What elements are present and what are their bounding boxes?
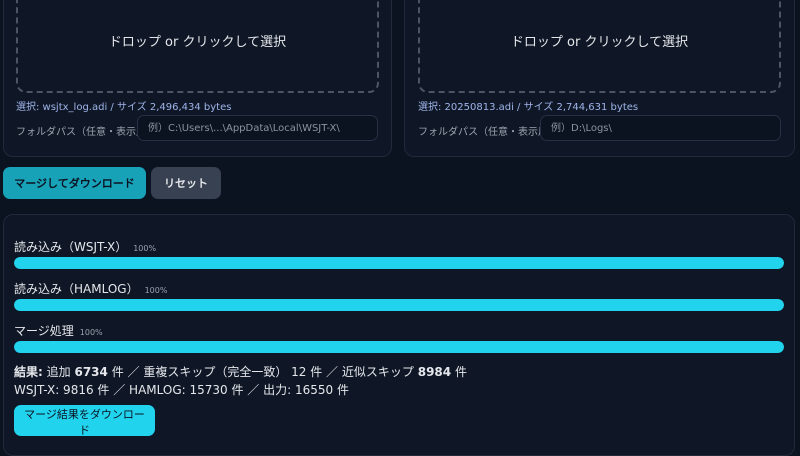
progress-panel: 読み込み（WSJT-X） 100% 読み込み（HAMLOG） 100% マージ処理 1… xyxy=(3,214,795,456)
hamlog-file-panel: ドロップ or クリックして選択 選択: 20250813.adi / サイズ … xyxy=(404,0,795,157)
progress-title: 読み込み（WSJT-X） xyxy=(14,240,128,254)
result-added-unit: 件 ／ 重複スキップ（完全一致） 12 件 ／ 近似スキップ xyxy=(111,365,414,379)
result-summary: 結果: 追加 6734 件 ／ 重複スキップ（完全一致） 12 件 ／ 近似スキ… xyxy=(14,363,467,380)
hamlog-folder-input[interactable] xyxy=(540,115,781,141)
progress-percent: 100% xyxy=(144,286,168,295)
hamlog-selected-file: 選択: 20250813.adi / サイズ 2,744,631 bytes xyxy=(418,102,639,113)
hamlog-folder-label: フォルダパス（任意・表示用） xyxy=(418,127,558,138)
hamlog-drop-label: ドロップ or クリックして選択 xyxy=(510,34,689,50)
wsjtx-file-panel: ドロップ or クリックして選択 選択: wsjtx_log.adi / サイズ… xyxy=(3,0,392,157)
hamlog-drop-zone[interactable]: ドロップ or クリックして選択 xyxy=(418,0,781,93)
wsjtx-selected-file: 選択: wsjtx_log.adi / サイズ 2,496,434 bytes xyxy=(16,102,232,113)
result-prefix: 結果: xyxy=(14,365,43,379)
wsjtx-drop-label: ドロップ or クリックして選択 xyxy=(108,34,287,50)
reset-button[interactable]: リセット xyxy=(151,167,221,199)
progress-bar-wsjtx xyxy=(14,257,784,269)
wsjtx-folder-label: フォルダパス（任意・表示用） xyxy=(16,127,156,138)
result-added-count: 6734 xyxy=(74,365,108,379)
progress-percent: 100% xyxy=(79,328,103,337)
result-approx-unit: 件 xyxy=(454,365,467,379)
progress-label-hamlog: 読み込み（HAMLOG） 100% xyxy=(14,280,167,297)
result-added-label: 追加 xyxy=(46,365,71,379)
progress-title: マージ処理 xyxy=(14,324,74,338)
progress-fill xyxy=(14,257,784,269)
merge-download-button[interactable]: マージしてダウンロード xyxy=(3,167,146,199)
wsjtx-folder-input[interactable] xyxy=(137,115,378,141)
progress-bar-merge xyxy=(14,341,784,353)
progress-percent: 100% xyxy=(133,244,157,253)
wsjtx-drop-zone[interactable]: ドロップ or クリックして選択 xyxy=(16,0,379,93)
progress-fill xyxy=(14,341,784,353)
progress-bar-hamlog xyxy=(14,299,784,311)
progress-label-merge: マージ処理 100% xyxy=(14,322,103,339)
download-result-button[interactable]: マージ結果をダウンロード xyxy=(14,405,155,437)
progress-title: 読み込み（HAMLOG） xyxy=(14,282,139,296)
progress-fill xyxy=(14,299,784,311)
result-approx-count: 8984 xyxy=(417,365,452,379)
result-counts: WSJT-X: 9816 件 ／ HAMLOG: 15730 件 ／ 出力: 1… xyxy=(14,383,349,397)
progress-label-wsjtx: 読み込み（WSJT-X） 100% xyxy=(14,238,156,255)
